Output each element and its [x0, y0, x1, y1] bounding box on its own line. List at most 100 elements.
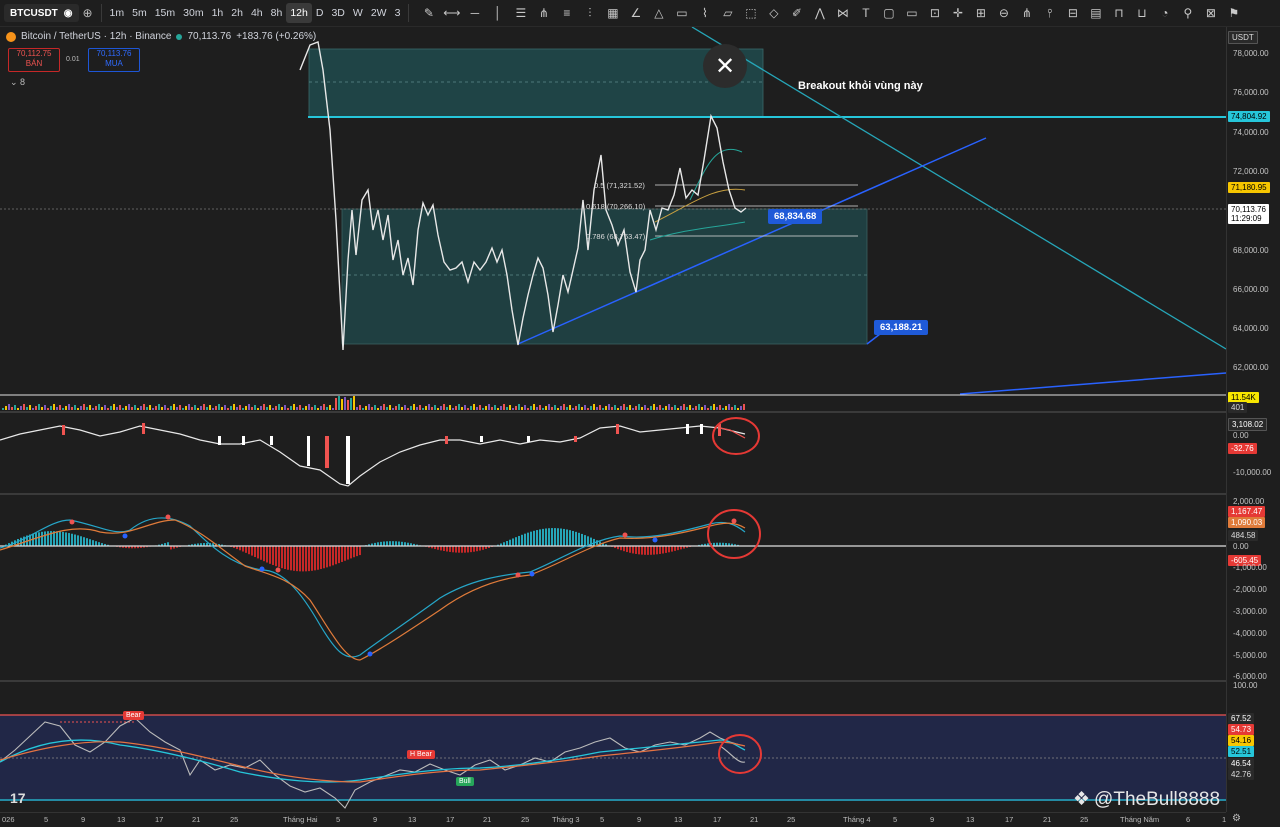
time-label: Tháng Năm: [1120, 815, 1159, 824]
crosshair-icon[interactable]: ✛: [948, 4, 967, 23]
price-axis[interactable]: USDT 78,000.00 76,000.00 74,804.92 74,00…: [1226, 27, 1280, 812]
timeframe-30m[interactable]: 30m: [179, 3, 207, 23]
timeframe-12h[interactable]: 12h: [286, 3, 312, 23]
currency-selector[interactable]: USDT: [1228, 31, 1258, 44]
time-label: 17: [155, 815, 163, 824]
pin-icon[interactable]: ⚲: [1178, 4, 1197, 23]
macd-histogram-bar: [674, 546, 676, 551]
macd-histogram-bar: [506, 541, 508, 546]
flag-icon[interactable]: ⚑: [1224, 4, 1243, 23]
macd-histogram-bar: [527, 533, 529, 546]
time-label: 6: [1186, 815, 1190, 824]
parallel-channel-icon[interactable]: ☰: [511, 4, 530, 23]
time-label: 13: [117, 815, 125, 824]
timeframe-5m[interactable]: 5m: [128, 3, 151, 23]
chart-pane[interactable]: [0, 27, 1226, 812]
macd-histogram-bar: [650, 546, 652, 555]
trend-angle-icon[interactable]: ∠: [626, 4, 645, 23]
timeframe-1m[interactable]: 1m: [106, 3, 129, 23]
buy-button[interactable]: 70,113.76 MUA: [88, 48, 140, 72]
long-position-icon[interactable]: ⋔: [1017, 4, 1036, 23]
volume-bar: [59, 405, 61, 410]
time-axis[interactable]: 026 5 9 13 17 21 25 Tháng Hai 5 9 13 17 …: [0, 812, 1226, 827]
fib-extension-icon[interactable]: ⫶: [580, 4, 599, 23]
vertical-line-icon[interactable]: │: [488, 4, 507, 23]
pencil-icon[interactable]: ✎: [419, 4, 438, 23]
image-icon[interactable]: ⊠: [1201, 4, 1220, 23]
magnet-icon[interactable]: ⊓: [1109, 4, 1128, 23]
volume-bar: [461, 407, 463, 410]
price-range-icon[interactable]: ⬚: [741, 4, 760, 23]
fib-retracement-icon[interactable]: ≡: [557, 4, 576, 23]
legend-title[interactable]: Bitcoin / TetherUS · 12h · Binance: [21, 31, 171, 42]
price-label-68834[interactable]: 68,834.68: [768, 209, 822, 224]
zoom-icon[interactable]: ⊖: [994, 4, 1013, 23]
note-icon[interactable]: ⊡: [925, 4, 944, 23]
volume-bar: [485, 406, 487, 410]
text-icon[interactable]: T: [856, 4, 875, 23]
volume-bar: [743, 404, 745, 410]
volume-bar: [737, 408, 739, 410]
indicators-collapse[interactable]: ⌄ 8: [10, 77, 25, 88]
volume-bar: [32, 408, 34, 410]
timeframe-3[interactable]: 3: [391, 3, 405, 23]
drawing-tools: ✎ ⟷ ─ │ ☰ ⋔ ≡ ⫶ ▦ ∠ △ ▭ ⌇ ⏥ ⬚ ◇ ✐ ⋀ ⋈ T …: [419, 4, 1243, 23]
forecast-icon[interactable]: ⊟: [1063, 4, 1082, 23]
timeframe-15m[interactable]: 15m: [151, 3, 179, 23]
horizontal-ray-icon[interactable]: ⟷: [442, 4, 461, 23]
macd-histogram-bar: [242, 546, 244, 552]
path-icon[interactable]: ⌇: [695, 4, 714, 23]
volume-bar: [557, 408, 559, 410]
timeframe-1h[interactable]: 1h: [208, 3, 228, 23]
triangle-icon[interactable]: △: [649, 4, 668, 23]
volume-bar: [650, 406, 652, 410]
timeframe-w[interactable]: W: [349, 3, 367, 23]
rectangle-icon[interactable]: ▭: [672, 4, 691, 23]
settings-gear-icon[interactable]: ⚙: [1232, 813, 1241, 824]
close-button[interactable]: ✕: [703, 44, 747, 88]
head-shoulders-icon[interactable]: ⋀: [810, 4, 829, 23]
macd-histogram-bar: [530, 532, 532, 546]
volume-bar: [482, 408, 484, 410]
elliott-icon[interactable]: ⋈: [833, 4, 852, 23]
volume-bar: [107, 408, 109, 410]
macd-histogram-bar: [245, 546, 247, 553]
pitchfork-icon[interactable]: ⋔: [534, 4, 553, 23]
time-label: Tháng 3: [552, 815, 580, 824]
volume-bar: [245, 406, 247, 410]
eye-icon[interactable]: ◉: [64, 8, 73, 19]
timeframe-8h[interactable]: 8h: [267, 3, 287, 23]
symbol-search[interactable]: BTCUSDT ◉: [4, 4, 79, 22]
short-position-icon[interactable]: ⫯: [1040, 4, 1059, 23]
timeframe-4h[interactable]: 4h: [247, 3, 267, 23]
horizontal-line-icon[interactable]: ─: [465, 4, 484, 23]
measure-icon[interactable]: ⊞: [971, 4, 990, 23]
comment-icon[interactable]: ▭: [902, 4, 921, 23]
time-label: 13: [674, 815, 682, 824]
diamond-icon[interactable]: ◇: [764, 4, 783, 23]
timeframe-2w[interactable]: 2W: [367, 3, 391, 23]
lock-icon[interactable]: ⊔: [1132, 4, 1151, 23]
callout-icon[interactable]: ▢: [879, 4, 898, 23]
volume-bar: [353, 396, 355, 410]
volume-bar: [419, 405, 421, 410]
volume-bar: [608, 404, 610, 410]
breakout-annotation[interactable]: Breakout khỏi vùng này: [798, 80, 923, 92]
polyline-icon[interactable]: ⏥: [718, 4, 737, 23]
timeframe-3d[interactable]: 3D: [327, 3, 348, 23]
bars-pattern-icon[interactable]: ▤: [1086, 4, 1105, 23]
add-symbol-icon[interactable]: ⊕: [79, 4, 97, 22]
volume-bar: [596, 407, 598, 410]
volume-bar: [431, 407, 433, 410]
visibility-icon[interactable]: ◔: [1155, 4, 1174, 23]
sell-button[interactable]: 70,112.75 BÁN: [8, 48, 60, 72]
macd-histogram-bar: [638, 546, 640, 554]
timeframe-d[interactable]: D: [312, 3, 328, 23]
brush-icon[interactable]: ✐: [787, 4, 806, 23]
volume-bar: [617, 408, 619, 410]
timeframe-2h[interactable]: 2h: [227, 3, 247, 23]
gann-icon[interactable]: ▦: [603, 4, 622, 23]
volume-bar: [656, 407, 658, 410]
volume-bar: [41, 407, 43, 410]
price-label-63188[interactable]: 63,188.21: [874, 320, 928, 335]
